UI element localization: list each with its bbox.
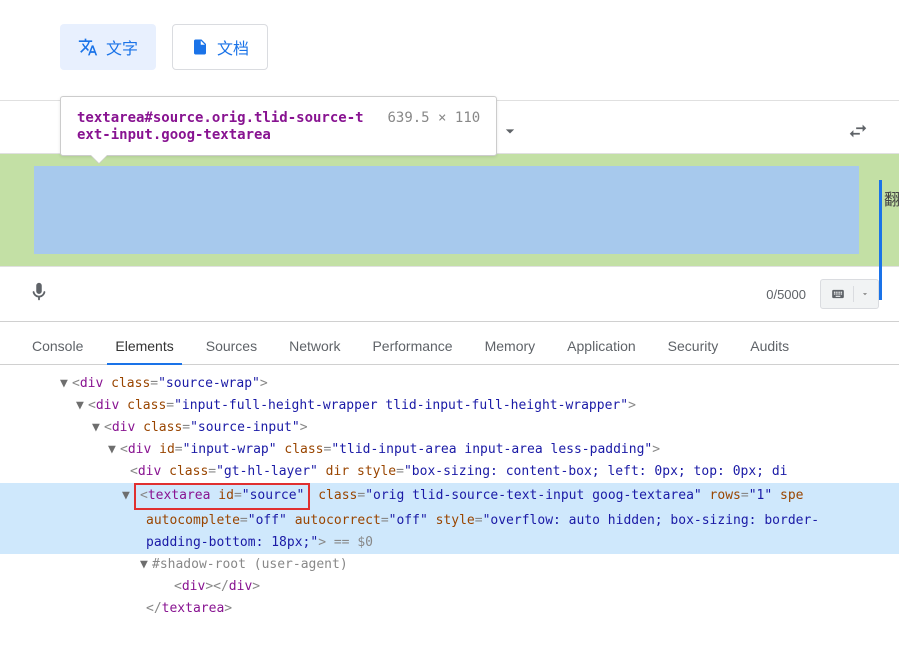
tooltip-selector-line2: ext-input.goog-textarea: [77, 127, 271, 143]
dom-line[interactable]: ▼<div class="source-input">: [0, 417, 899, 439]
tooltip-dimensions: 639.5 × 110: [387, 110, 480, 126]
text-tab-label: 文字: [106, 35, 138, 59]
microphone-icon[interactable]: [28, 281, 50, 308]
dom-line[interactable]: ▼<div class="input-full-height-wrapper t…: [0, 395, 899, 417]
devtools-panel: Console Elements Sources Network Perform…: [0, 321, 899, 620]
devtools-tab-elements[interactable]: Elements: [103, 330, 185, 364]
dom-line[interactable]: ▼<div class="source-wrap">: [0, 373, 899, 395]
dom-line[interactable]: <div></div>: [0, 576, 899, 598]
text-tab-button[interactable]: 文字: [60, 24, 156, 70]
side-translate-label: 翻: [879, 180, 899, 300]
inspect-content-highlight: [34, 166, 859, 254]
dom-line[interactable]: ▼<div id="input-wrap" class="tlid-input-…: [0, 439, 899, 461]
document-icon: [191, 37, 209, 57]
red-highlight-box: <textarea id="source": [134, 483, 310, 509]
devtools-tab-audits[interactable]: Audits: [738, 330, 801, 364]
dom-line-selected[interactable]: padding-bottom: 18px;"> == $0: [0, 532, 899, 554]
swap-languages-button[interactable]: [847, 120, 899, 147]
tooltip-selector-line1: textarea#source.orig.tlid-source-t: [77, 110, 364, 126]
dom-line[interactable]: ▼#shadow-root (user-agent): [0, 554, 899, 576]
dom-tree[interactable]: ▼<div class="source-wrap"> ▼<div class="…: [0, 365, 899, 620]
devtools-tab-performance[interactable]: Performance: [360, 330, 464, 364]
dom-line[interactable]: <div class="gt-hl-layer" dir style="box-…: [0, 461, 899, 483]
input-footer: 0/5000: [0, 266, 899, 321]
doc-tab-button[interactable]: 文档: [172, 24, 268, 70]
mode-tabs: 文字 文档: [60, 24, 899, 70]
char-count: 0/5000: [766, 287, 806, 302]
devtools-tab-application[interactable]: Application: [555, 330, 648, 364]
devtools-tab-console[interactable]: Console: [20, 330, 95, 364]
devtools-tab-security[interactable]: Security: [656, 330, 731, 364]
devtools-tabs: Console Elements Sources Network Perform…: [0, 322, 899, 365]
element-tooltip: textarea#source.orig.tlid-source-t 639.5…: [60, 96, 497, 156]
keyboard-button[interactable]: [820, 279, 879, 309]
dom-line[interactable]: </textarea>: [0, 598, 899, 620]
devtools-tab-network[interactable]: Network: [277, 330, 352, 364]
translate-icon: [78, 37, 98, 57]
divider: [853, 286, 854, 302]
dom-line-selected[interactable]: autocomplete="off" autocorrect="off" sty…: [0, 510, 899, 532]
chevron-down-icon[interactable]: [500, 121, 520, 146]
devtools-tab-memory[interactable]: Memory: [473, 330, 548, 364]
doc-tab-label: 文档: [217, 35, 249, 59]
dom-line-selected[interactable]: ▼<textarea id="source" class="orig tlid-…: [0, 483, 899, 509]
keyboard-icon: [829, 287, 847, 301]
inspect-margin-highlight: [0, 153, 899, 266]
devtools-tab-sources[interactable]: Sources: [194, 330, 269, 364]
caret-down-icon: [860, 289, 870, 299]
